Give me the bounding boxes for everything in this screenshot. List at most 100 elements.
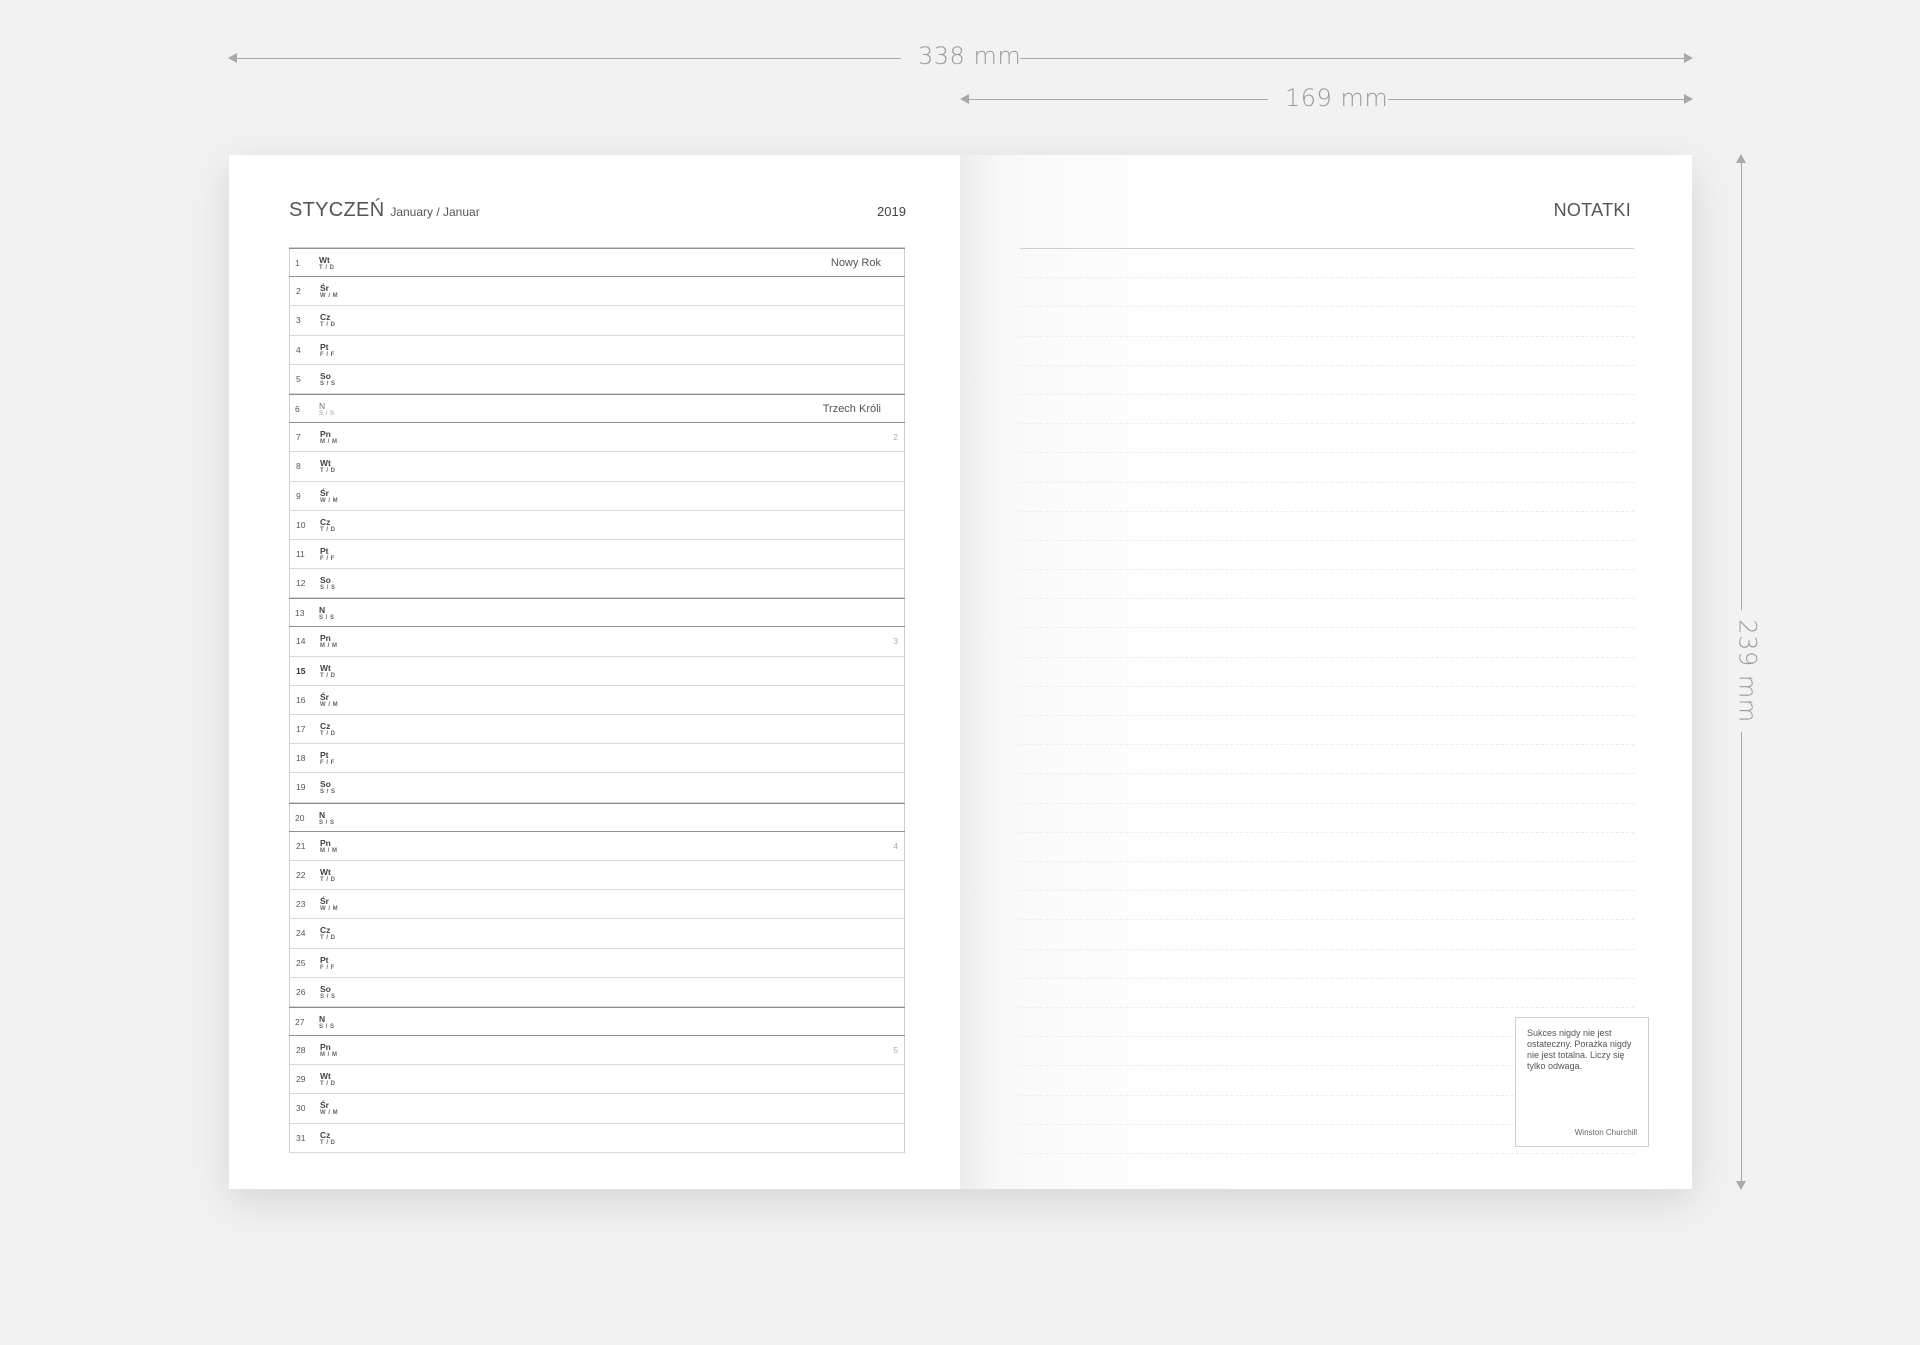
day-number: 4 [296,344,301,355]
quote-author: Winston Churchill [1574,1128,1637,1137]
dimension-line [1741,162,1742,610]
note-line [1020,423,1634,425]
weekday-abbr: Pt [320,341,329,352]
weekday-translation: T / D [320,468,336,475]
day-row: 6 NS / S Trzech Króli [289,393,905,424]
day-row: 29 Wt T / D [290,1065,904,1095]
note-line [1020,744,1634,746]
day-row: 9 Śr W / M [290,482,904,511]
day-number: 2 [296,286,301,297]
weekday-abbr: Śr [320,283,329,294]
weekday-abbr: Śr [320,896,329,907]
day-number: 15 [296,665,306,676]
weekday-abbr: Pn [320,429,331,440]
note-line [1020,452,1634,454]
quote-box: Sukces nigdy nie jest ostateczny. Porażk… [1515,1017,1649,1147]
weekday-abbr: N [319,400,326,411]
day-row: 18 Pt F / F [290,744,904,774]
day-row: 3 Cz T / D [290,306,904,336]
day-number: 29 [296,1074,306,1085]
week-number: 3 [893,636,898,647]
year-label: 2019 [877,204,906,219]
day-row: 15 Wt T / D [290,657,904,686]
weekday-translation: T / D [319,265,335,271]
weekday-abbr: So [320,575,331,586]
day-row: 31 Cz T / D [290,1124,904,1153]
day-row: 5 So S / S [290,365,904,394]
day-row: 12 So S / S [290,569,904,599]
day-row: 21 Pn M / M 4 [290,832,904,861]
day-row: 11 Pt F / F [290,540,904,570]
weekday-translation: T / D [320,731,336,737]
weekday-abbr: N [319,809,326,820]
day-number: 25 [296,957,306,968]
day-number: 17 [296,724,306,734]
day-number: 12 [296,578,306,589]
day-row: 25 Pt F / F [290,949,904,978]
planner-spread: STYCZEŃ January / Januar 2019 1 Wt T / D No… [229,155,1692,1189]
weekday-abbr: Pn [320,633,331,644]
note-line [1020,510,1634,512]
dimension-line [1741,732,1742,1182]
note-line [1020,948,1634,950]
day-row: 4 Pt F / F [290,336,904,365]
note-line [1020,1152,1634,1154]
note-line [1020,802,1634,804]
note-line [1020,569,1634,571]
weekday-translation: S / S [319,1023,335,1030]
day-row: 14 Pn M / M 3 [290,627,904,657]
note-line [1020,890,1634,892]
weekday-translation: F / F [320,760,335,767]
day-number: 18 [296,753,306,764]
note-line [1020,860,1634,862]
weekday-abbr: Pt [320,954,329,965]
day-number: 10 [296,519,306,530]
day-number: 14 [296,636,306,647]
day-row: 30 Śr W / M [290,1094,904,1124]
weekday-abbr: Wt [320,1071,331,1082]
note-line [1020,539,1634,541]
note-line [1020,481,1634,483]
note-line [1020,277,1634,279]
day-number: 28 [296,1045,306,1056]
weekday-translation: W / M [320,497,339,504]
day-number: 26 [296,986,306,997]
note-line [1020,1006,1634,1008]
weekday-translation: F / F [320,555,335,562]
weekday-translation: S / S [320,585,336,592]
day-row: 17 Cz T / D [290,715,904,745]
weekday-translation: M / M [320,439,338,446]
note-line [1020,393,1634,395]
notes-title: NOTATKI [1553,200,1631,220]
arrow-down-icon [1736,1181,1746,1190]
quote-text: Sukces nigdy nie jest ostateczny. Porażk… [1527,1028,1632,1071]
weekday-abbr: Cz [320,721,331,731]
month-name: STYCZEŃ [289,199,385,221]
day-row: 22 Wt T / D [290,861,904,891]
day-row: 19 So S / S [290,773,904,803]
left-page: STYCZEŃ January / Januar 2019 1 Wt T / D No… [229,155,960,1189]
weekday-abbr: So [320,370,331,381]
weekday-abbr: Śr [320,487,329,498]
weekday-translation: M / M [320,847,338,854]
weekday-abbr: Pt [320,545,329,556]
day-number: 1 [295,258,300,268]
day-list: 1 Wt T / D Nowy Rok 2 Śr W / M 3 Cz T / D 4 Pt F / F… [289,247,905,1153]
weekday-translation: T / D [320,526,336,533]
day-row: 27 N S / S [289,1006,905,1037]
weekday-translation: T / D [320,1081,336,1088]
week-number: 2 [893,432,898,443]
arrow-right-icon [1684,53,1693,63]
note-line [1020,364,1634,366]
note-line [1020,715,1634,717]
day-number: 19 [296,782,306,793]
width-label: 338 mm [918,42,1022,70]
week-number: 5 [893,1045,898,1056]
height-label: 239 mm [1733,619,1762,723]
month-title: STYCZEŃ January / Januar [289,199,480,222]
weekday-abbr: Cz [320,312,331,323]
week-number: 4 [893,840,898,851]
day-number: 7 [296,432,301,443]
dimension-line [966,99,1268,100]
weekday-abbr: N [319,605,326,616]
